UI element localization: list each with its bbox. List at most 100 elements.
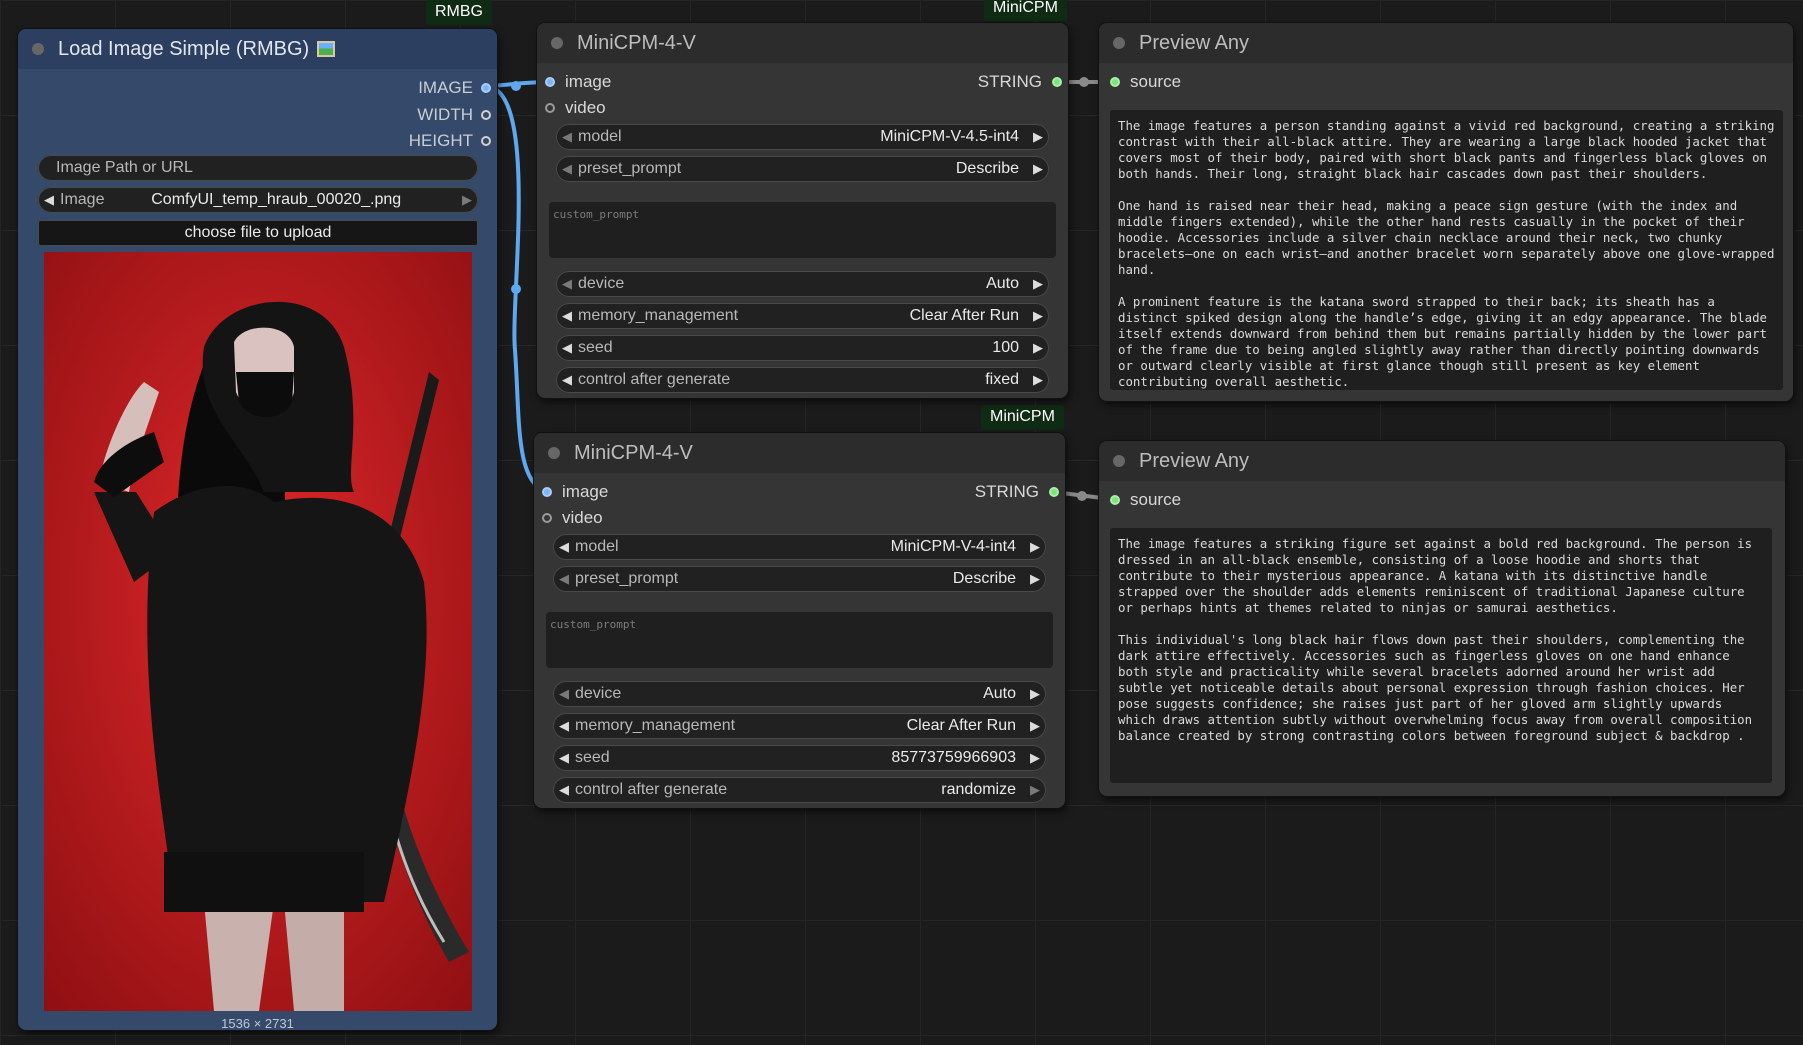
memory-management-label: memory_management [578, 307, 739, 324]
output-label-image: IMAGE [418, 78, 473, 97]
collapse-dot-icon[interactable] [32, 43, 44, 55]
arrow-right-icon[interactable]: ▶ [1024, 750, 1046, 766]
arrow-left-icon[interactable]: ◀ [38, 192, 60, 208]
choose-file-button[interactable]: choose file to upload [38, 220, 478, 246]
arrow-right-icon[interactable]: ▶ [1027, 276, 1049, 292]
arrow-right-icon[interactable]: ▶ [1027, 308, 1049, 324]
input-source-dot[interactable] [1110, 495, 1120, 505]
arrow-left-icon[interactable]: ◀ [556, 129, 578, 145]
preview-any-node-2[interactable]: Preview Any source The image features a … [1099, 441, 1785, 796]
output-width[interactable]: WIDTH [417, 104, 491, 126]
output-string[interactable]: STRING [975, 481, 1059, 503]
node-canvas[interactable]: RMBG MiniCPM MiniCPM Load Image Simple (… [0, 0, 1803, 1045]
arrow-right-icon[interactable]: ▶ [456, 192, 478, 208]
input-source[interactable]: source [1110, 71, 1181, 93]
arrow-right-icon[interactable]: ▶ [1024, 718, 1046, 734]
device-label: device [575, 685, 622, 702]
input-video-dot[interactable] [545, 103, 555, 113]
custom-prompt-textarea[interactable]: custom_prompt [546, 612, 1053, 668]
node-title-bar[interactable]: Preview Any [1099, 23, 1793, 63]
model-combo[interactable]: ◀ model MiniCPM-V-4-int4 ▶ [553, 534, 1046, 560]
output-string-dot[interactable] [1049, 487, 1059, 497]
wire-dot [1077, 491, 1087, 501]
input-label-image: image [565, 72, 612, 91]
preview-text-output[interactable]: The image features a striking figure set… [1110, 528, 1772, 783]
group-badge-rmbg: RMBG [426, 0, 492, 25]
load-image-node[interactable]: Load Image Simple (RMBG) IMAGE WIDTH HEI… [18, 29, 497, 1031]
node-title-bar[interactable]: Preview Any [1099, 441, 1785, 481]
node-title-bar[interactable]: MiniCPM-4-V [537, 23, 1068, 63]
image-path-input[interactable]: Image Path or URL [38, 155, 478, 181]
arrow-left-icon[interactable]: ◀ [556, 340, 578, 356]
arrow-left-icon[interactable]: ◀ [553, 539, 575, 555]
control-after-generate-combo[interactable]: ◀ control after generate fixed ▶ [556, 367, 1049, 393]
control-after-generate-label: control after generate [578, 371, 731, 388]
arrow-left-icon[interactable]: ◀ [553, 750, 575, 766]
arrow-left-icon[interactable]: ◀ [553, 718, 575, 734]
input-source[interactable]: source [1110, 489, 1181, 511]
collapse-dot-icon[interactable] [548, 447, 560, 459]
seed-number[interactable]: ◀ seed 100 ▶ [556, 335, 1049, 361]
arrow-right-icon[interactable]: ▶ [1024, 571, 1046, 587]
arrow-right-icon[interactable]: ▶ [1027, 340, 1049, 356]
output-height-dot[interactable] [481, 136, 491, 146]
model-combo[interactable]: ◀ model MiniCPM-V-4.5-int4 ▶ [556, 124, 1049, 150]
arrow-right-icon[interactable]: ▶ [1024, 782, 1046, 798]
arrow-left-icon[interactable]: ◀ [553, 571, 575, 587]
custom-prompt-placeholder: custom_prompt [553, 208, 640, 221]
image-combo-value: ComfyUI_temp_hraub_00020_.png [151, 191, 402, 208]
output-height[interactable]: HEIGHT [409, 130, 491, 152]
input-image-dot[interactable] [545, 77, 555, 87]
output-image[interactable]: IMAGE [418, 77, 491, 99]
arrow-left-icon[interactable]: ◀ [556, 372, 578, 388]
minicpm-node-2[interactable]: MiniCPM-4-V image video STRING ◀ model M… [534, 433, 1065, 808]
seed-value: 100 [992, 339, 1019, 356]
memory-management-combo[interactable]: ◀ memory_management Clear After Run ▶ [553, 713, 1046, 739]
preset-prompt-combo[interactable]: ◀ preset_prompt Describe ▶ [553, 566, 1046, 592]
control-after-generate-combo[interactable]: ◀ control after generate randomize ▶ [553, 777, 1046, 803]
node-title: MiniCPM-4-V [577, 31, 696, 54]
preview-text-output[interactable]: The image features a person standing aga… [1110, 110, 1783, 390]
arrow-left-icon[interactable]: ◀ [553, 686, 575, 702]
arrow-left-icon[interactable]: ◀ [556, 276, 578, 292]
input-video-dot[interactable] [542, 513, 552, 523]
output-string-dot[interactable] [1052, 77, 1062, 87]
collapse-dot-icon[interactable] [1113, 455, 1125, 467]
arrow-right-icon[interactable]: ▶ [1027, 129, 1049, 145]
arrow-right-icon[interactable]: ▶ [1024, 539, 1046, 555]
preview-any-node-1[interactable]: Preview Any source The image features a … [1099, 23, 1793, 401]
device-combo[interactable]: ◀ device Auto ▶ [556, 271, 1049, 297]
collapse-dot-icon[interactable] [1113, 37, 1125, 49]
output-width-dot[interactable] [481, 110, 491, 120]
input-image[interactable]: image [542, 481, 608, 503]
arrow-left-icon[interactable]: ◀ [556, 161, 578, 177]
output-image-dot[interactable] [481, 83, 491, 93]
arrow-left-icon[interactable]: ◀ [553, 782, 575, 798]
input-source-dot[interactable] [1110, 77, 1120, 87]
input-video[interactable]: video [542, 507, 603, 529]
arrow-right-icon[interactable]: ▶ [1027, 372, 1049, 388]
device-combo[interactable]: ◀ device Auto ▶ [553, 681, 1046, 707]
seed-number[interactable]: ◀ seed 85773759966903 ▶ [553, 745, 1046, 771]
minicpm-node-1[interactable]: MiniCPM-4-V image video STRING ◀ model M… [537, 23, 1068, 398]
collapse-dot-icon[interactable] [551, 37, 563, 49]
model-value: MiniCPM-V-4.5-int4 [880, 128, 1019, 145]
node-title-bar[interactable]: Load Image Simple (RMBG) [18, 29, 497, 69]
node-title: Load Image Simple (RMBG) [58, 37, 310, 60]
input-image[interactable]: image [545, 71, 611, 93]
arrow-left-icon[interactable]: ◀ [556, 308, 578, 324]
device-label: device [578, 275, 625, 292]
input-video[interactable]: video [545, 97, 606, 119]
node-title-bar[interactable]: MiniCPM-4-V [534, 433, 1065, 473]
image-dimensions: 1536 × 2731 [221, 1016, 294, 1031]
custom-prompt-textarea[interactable]: custom_prompt [549, 202, 1056, 258]
arrow-right-icon[interactable]: ▶ [1027, 161, 1049, 177]
memory-management-combo[interactable]: ◀ memory_management Clear After Run ▶ [556, 303, 1049, 329]
input-image-dot[interactable] [542, 487, 552, 497]
device-value: Auto [986, 275, 1019, 292]
image-combo[interactable]: ◀ Image ComfyUI_temp_hraub_00020_.png ▶ [38, 187, 478, 213]
output-string[interactable]: STRING [978, 71, 1062, 93]
preset-prompt-combo[interactable]: ◀ preset_prompt Describe ▶ [556, 156, 1049, 182]
preset-prompt-value: Describe [955, 160, 1019, 177]
arrow-right-icon[interactable]: ▶ [1024, 686, 1046, 702]
